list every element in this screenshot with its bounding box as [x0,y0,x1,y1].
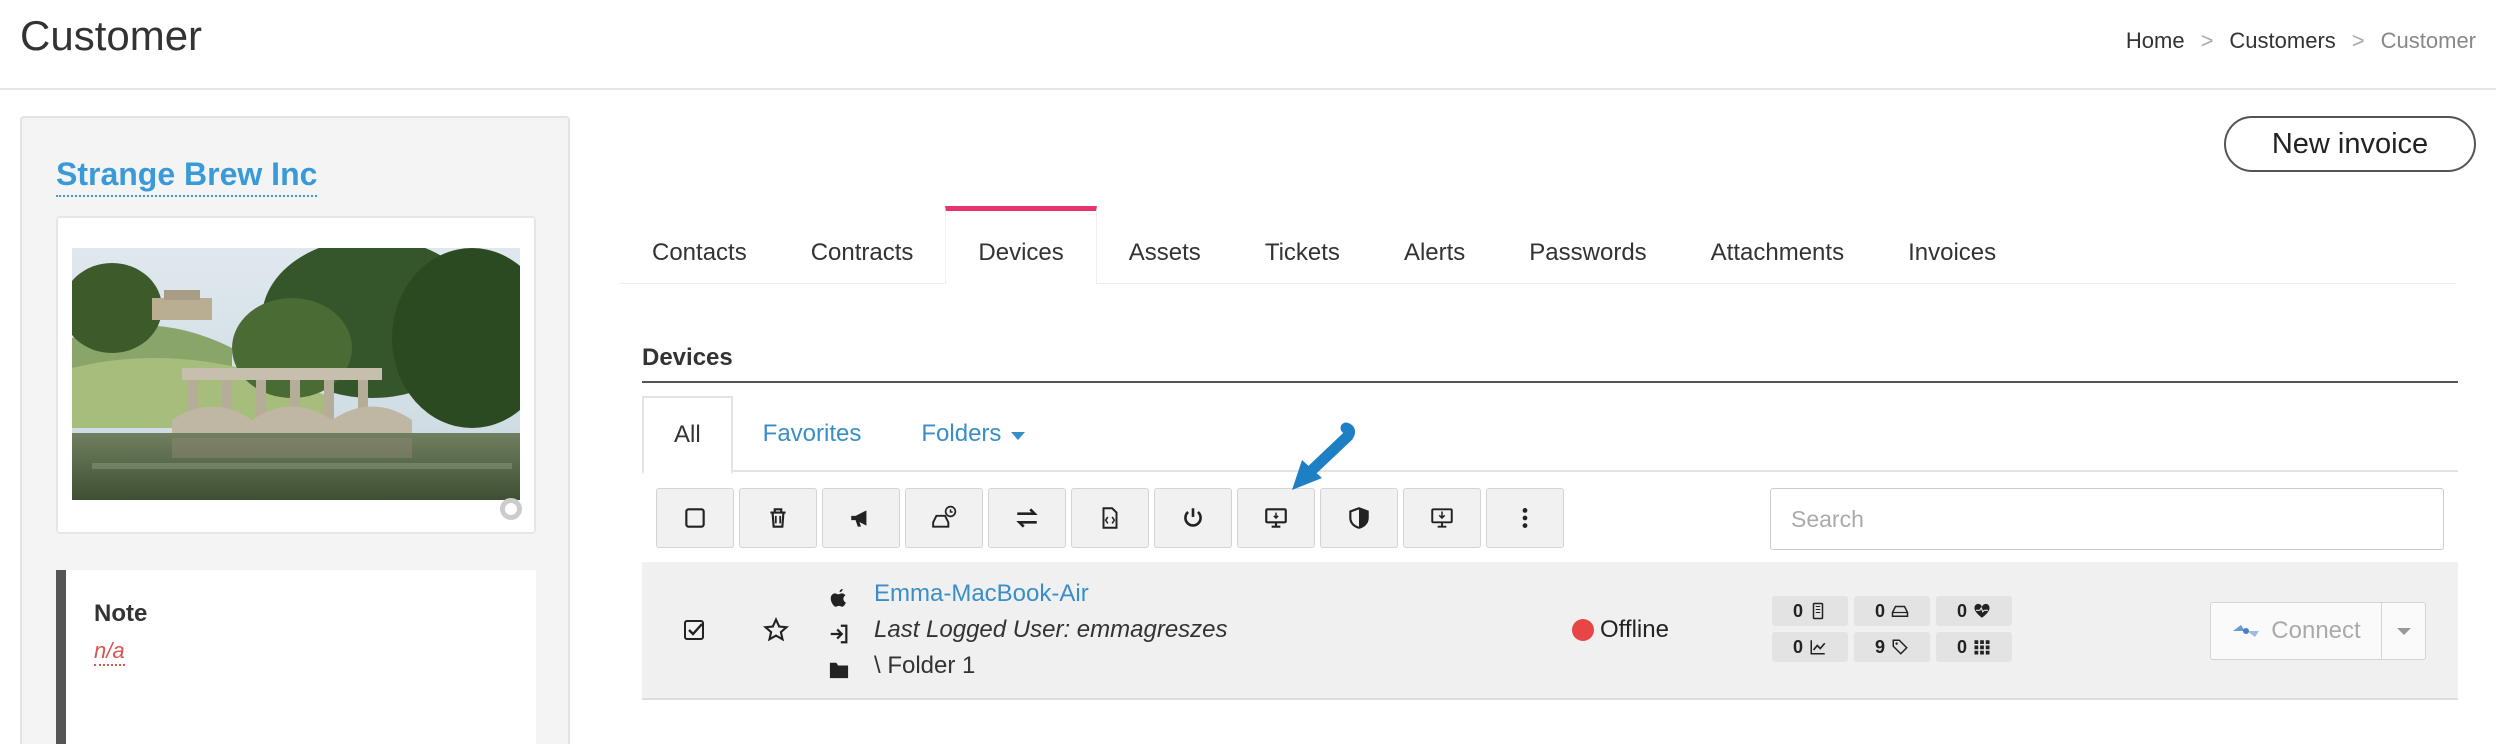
tab-passwords[interactable]: Passwords [1497,206,1678,284]
customer-name-link[interactable]: Strange Brew Inc [56,156,318,197]
login-icon [826,616,852,652]
breadcrumb-current: Customer [2380,28,2476,53]
note-value[interactable]: n/a [94,638,125,666]
power-icon [1184,508,1202,527]
chevron-down-icon [2396,627,2411,635]
annotation-arrow-icon [1292,422,1356,490]
install-button[interactable] [1403,488,1481,548]
metric-disks[interactable]: 0 [1854,596,1930,626]
note-card: Note n/a [56,570,536,744]
device-toolbar [656,488,1569,548]
device-name-link[interactable]: Emma-MacBook-Air [874,580,1089,608]
customer-tabs: Contacts Contracts Devices Assets Ticket… [620,206,2456,284]
section-divider [642,381,2458,383]
tab-devices[interactable]: Devices [945,206,1097,284]
breadcrumb-separator: > [2200,28,2214,53]
connect-label: Connect [2271,617,2361,644]
devices-section-title: Devices [642,344,733,371]
connect-dropdown-button[interactable] [2382,602,2426,660]
transfer-icon [1016,508,1038,528]
download-install-icon [1431,508,1453,528]
tag-icon [1892,639,1908,655]
chart-icon [1810,640,1826,655]
device-folder: \ Folder 1 [874,652,976,679]
page-header: Customer Home > Customers > Customer [0,0,2496,90]
subtab-folders-label: Folders [921,420,1002,447]
megaphone-icon [851,510,867,527]
subtab-all[interactable]: All [642,396,733,474]
photo-status-icon [500,498,522,520]
favorite-star-icon[interactable] [762,616,790,644]
customer-panel: Strange Brew Inc Note n/a [20,116,570,744]
remote-desktop-icon [1265,508,1287,528]
more-actions-button[interactable] [1486,488,1564,548]
metric-value: 0 [1956,636,1967,657]
customer-photo-card [56,216,536,534]
metric-devices[interactable]: 0 [1772,596,1848,626]
metric-health[interactable]: 0 [1936,596,2012,626]
script-icon [1102,507,1118,529]
note-title: Note [94,600,148,627]
more-vertical-icon [1522,508,1528,528]
tab-contacts[interactable]: Contacts [620,206,779,284]
status-label: Offline [1600,616,1669,643]
select-all-button[interactable] [656,488,734,548]
disk-schedule-button[interactable] [905,488,983,548]
breadcrumb-customers[interactable]: Customers [2229,28,2335,54]
select-all-icon [685,508,705,528]
disk-icon [1891,605,1909,617]
tab-assets[interactable]: Assets [1097,206,1233,284]
table-row[interactable]: Emma-MacBook-Air Last Logged User: emmag… [642,562,2458,700]
folder-icon [826,652,852,688]
power-button[interactable] [1154,488,1232,548]
delete-button[interactable] [739,488,817,548]
trash-icon [770,508,786,528]
apple-icon [826,580,852,616]
tab-invoices[interactable]: Invoices [1876,206,2028,284]
subtab-folders[interactable]: Folders [891,396,1055,472]
new-invoice-button[interactable]: New invoice [2224,116,2476,172]
device-last-user: Last Logged User: emmagreszes [874,616,1228,643]
run-script-button[interactable] [1071,488,1149,548]
connect-button-group: Connect [2210,602,2426,660]
customer-photo[interactable] [72,248,520,500]
status-badge: Offline [1572,616,1669,644]
breadcrumb: Home > Customers > Customer [2126,28,2476,54]
remote-connect-icon [2233,625,2260,637]
breadcrumb-separator: > [2351,28,2365,53]
chevron-down-icon [1011,432,1026,440]
metric-value: 0 [1792,636,1803,657]
health-icon [1974,603,1990,618]
transfer-button[interactable] [988,488,1066,548]
device-metrics: 0 0 0 0 9 0 [1772,596,2012,662]
metric-value: 0 [1874,600,1885,621]
metric-value: 9 [1874,636,1885,657]
tab-alerts[interactable]: Alerts [1372,206,1497,284]
device-filter-tabs: All Favorites Folders [642,396,2458,474]
page-title: Customer [20,12,203,59]
broadcast-button[interactable] [822,488,900,548]
subtab-favorites[interactable]: Favorites [733,396,892,472]
tab-contracts[interactable]: Contracts [779,206,946,284]
metric-performance[interactable]: 0 [1772,632,1848,662]
apps-icon [1974,640,1990,655]
checked-checkbox-icon[interactable] [682,618,706,642]
metric-tags[interactable]: 9 [1854,632,1930,662]
offline-status-icon [1572,619,1594,641]
metric-value: 0 [1792,600,1803,621]
device-icon [1812,602,1824,620]
metric-value: 0 [1956,600,1967,621]
breadcrumb-home[interactable]: Home [2126,28,2185,54]
connect-button[interactable]: Connect [2210,602,2382,660]
shield-icon [1349,507,1369,529]
tab-tickets[interactable]: Tickets [1233,206,1372,284]
device-search-input[interactable] [1770,488,2444,550]
metric-apps[interactable]: 0 [1936,632,2012,662]
disk-schedule-icon [932,505,957,528]
tab-attachments[interactable]: Attachments [1679,206,1876,284]
